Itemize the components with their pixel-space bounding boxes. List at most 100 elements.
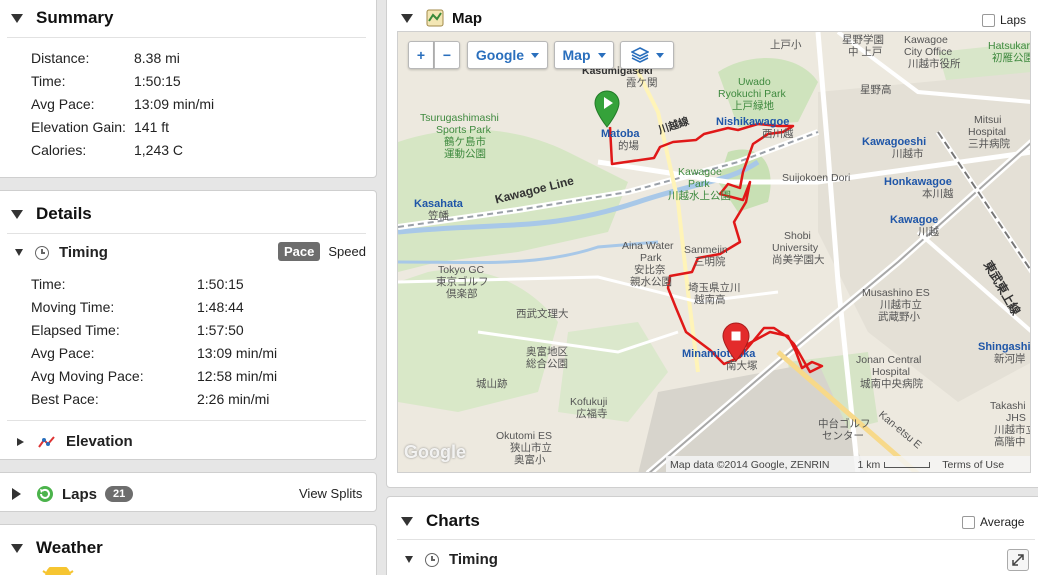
sun-icon [42,567,74,575]
timing-row: Best Pace: 2:26 min/mi [31,391,269,407]
row-value: 1:48:44 [197,299,244,315]
map-label: 尚美学園大 [772,254,825,266]
timing-row: Moving Time: 1:48:44 [31,299,244,315]
collapse-icon [401,516,413,526]
pace-speed-toggle: Pace Speed [278,242,372,261]
map-label: 東京ゴルフ [436,276,489,288]
map-label: Kawagoe [678,166,722,178]
map-footer: Map data ©2014 Google, ZENRIN 1 km Terms… [666,456,1030,472]
charts-header[interactable]: Charts [401,511,480,531]
average-checkbox-label: Average [980,515,1025,529]
weather-title: Weather [36,538,103,557]
laps-checkbox-group[interactable]: Laps [982,13,1026,27]
summary-header[interactable]: Summary [11,8,113,28]
map-label: 三明院 [694,256,726,268]
row-value: 141 ft [134,119,170,135]
weather-header[interactable]: Weather [11,538,103,558]
expand-chart-button[interactable] [1007,549,1029,571]
map-label: 川越水上公園 [668,190,731,202]
map-label: 川越市立 [880,299,922,311]
laps-title: Laps [62,485,98,503]
map-label: 川越市 [892,148,924,160]
elevation-header[interactable]: Elevation [17,433,133,450]
row-value: 8.38 mi [134,50,180,66]
zoom-out-button[interactable]: − [434,41,460,69]
row-value: 1:50:15 [134,73,181,89]
average-checkbox[interactable] [962,515,975,529]
layers-dropdown[interactable] [620,41,674,69]
map-label: Suijokoen Dori [782,172,851,184]
expand-icon [12,488,21,500]
map-view[interactable]: Kasumigaseki 霞ケ関 Uwado Ryokuchi Park 上戸緑… [397,31,1031,473]
row-label: Elevation Gain: [31,119,126,135]
map-type-dropdown[interactable]: Map [554,41,614,69]
map-label: 狭山市立 [510,442,552,454]
view-splits-link[interactable]: View Splits [299,486,362,501]
details-header[interactable]: Details [11,204,92,224]
row-value: 1:50:15 [197,276,244,292]
collapse-icon [405,556,413,563]
map-scale-bar [884,462,931,468]
row-label: Best Pace: [31,391,99,407]
timing-title: Timing [59,244,108,261]
row-value: 13:09 min/mi [197,345,278,361]
map-label: Jonan Central [856,354,922,366]
elevation-chart-icon [38,435,55,448]
divider [7,420,366,421]
map-label: 倶楽部 [446,288,478,300]
map-scale-label: 1 km [857,459,881,471]
timing-row: Avg Pace: 13:09 min/mi [31,345,277,361]
layers-icon [630,47,649,63]
map-label: 西川越 [762,128,794,140]
zoom-in-button[interactable]: + [408,41,434,69]
map-label: 鶴ケ島市 [444,136,486,148]
timing-header[interactable]: Timing [15,244,108,261]
map-label: City Office [904,46,953,58]
map-label: Park [640,252,662,264]
map-label: Ryokuchi Park [718,88,786,100]
row-label: Avg Pace: [31,345,95,361]
row-value: 12:58 min/mi [197,368,278,384]
chevron-down-icon [531,52,540,58]
row-label: Time: [31,276,66,292]
clock-icon [425,552,439,567]
terms-of-use-link[interactable]: Terms of Use [942,459,1004,471]
average-checkbox-group[interactable]: Average [962,515,1024,529]
map-header[interactable]: Map [401,9,482,27]
pace-button[interactable]: Pace [278,242,321,261]
charts-panel: Charts Average Timing [386,496,1038,575]
timing-row: Avg Moving Pace: 12:58 min/mi [31,368,277,384]
summary-title: Summary [36,8,114,27]
map-label: 城山跡 [476,378,508,390]
map-label: 高階中 [994,436,1026,448]
map-label: JHS [1006,412,1026,424]
map-label: 運動公園 [444,148,486,160]
row-label: Calories: [31,142,87,158]
map-label: センター [822,430,864,442]
map-label: Sanmeiin [684,244,728,256]
expand-icon [1012,554,1024,566]
map-provider-dropdown[interactable]: Google [467,41,548,69]
map-label: 本川越 [922,188,954,200]
map-title: Map [452,9,482,27]
speed-button[interactable]: Speed [322,242,372,261]
map-label: 西武文理大 [516,308,569,320]
map-label: Matoba [601,128,640,140]
charts-timing-title: Timing [449,551,498,568]
charts-title: Charts [426,511,480,530]
start-marker-icon[interactable] [594,90,620,128]
map-label: 星野高 [860,84,892,96]
google-logo: Google [404,442,466,462]
map-label: 的場 [618,140,639,152]
laps-header[interactable]: Laps 21 [12,485,134,503]
end-marker-icon[interactable] [722,322,750,362]
map-label: Hospital [968,126,1006,138]
laps-checkbox[interactable] [982,13,995,27]
map-label: Okutomi ES [496,430,553,442]
row-label: Moving Time: [31,299,115,315]
details-panel: Details Timing Pace Speed Time: 1:50:15 M… [0,190,377,460]
elevation-title: Elevation [66,433,133,450]
charts-timing-header[interactable]: Timing [405,551,498,568]
map-label: Uwado [738,76,771,88]
map-label: Kawagoe [904,34,948,46]
